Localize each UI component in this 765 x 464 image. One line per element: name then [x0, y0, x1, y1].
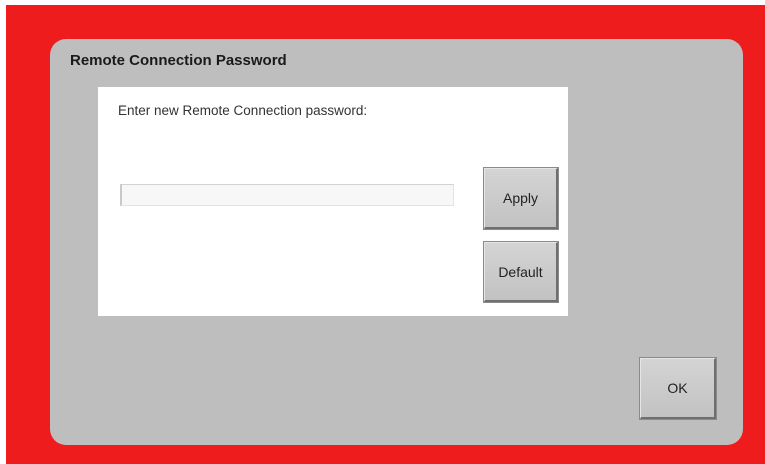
password-input[interactable]	[120, 184, 454, 206]
default-button-label: Default	[498, 263, 543, 280]
remote-connection-password-dialog: Remote Connection Password Enter new Rem…	[50, 39, 743, 445]
default-button[interactable]: Default	[483, 241, 559, 303]
password-panel: Enter new Remote Connection password: Ap…	[98, 87, 568, 316]
screen-frame: Remote Connection Password Enter new Rem…	[6, 5, 765, 464]
dialog-title: Remote Connection Password	[70, 52, 287, 69]
ok-button-label: OK	[667, 380, 688, 396]
ok-button[interactable]: OK	[639, 357, 717, 420]
password-prompt: Enter new Remote Connection password:	[118, 103, 368, 118]
apply-button-label: Apply	[502, 190, 539, 206]
apply-button[interactable]: Apply	[483, 167, 559, 230]
